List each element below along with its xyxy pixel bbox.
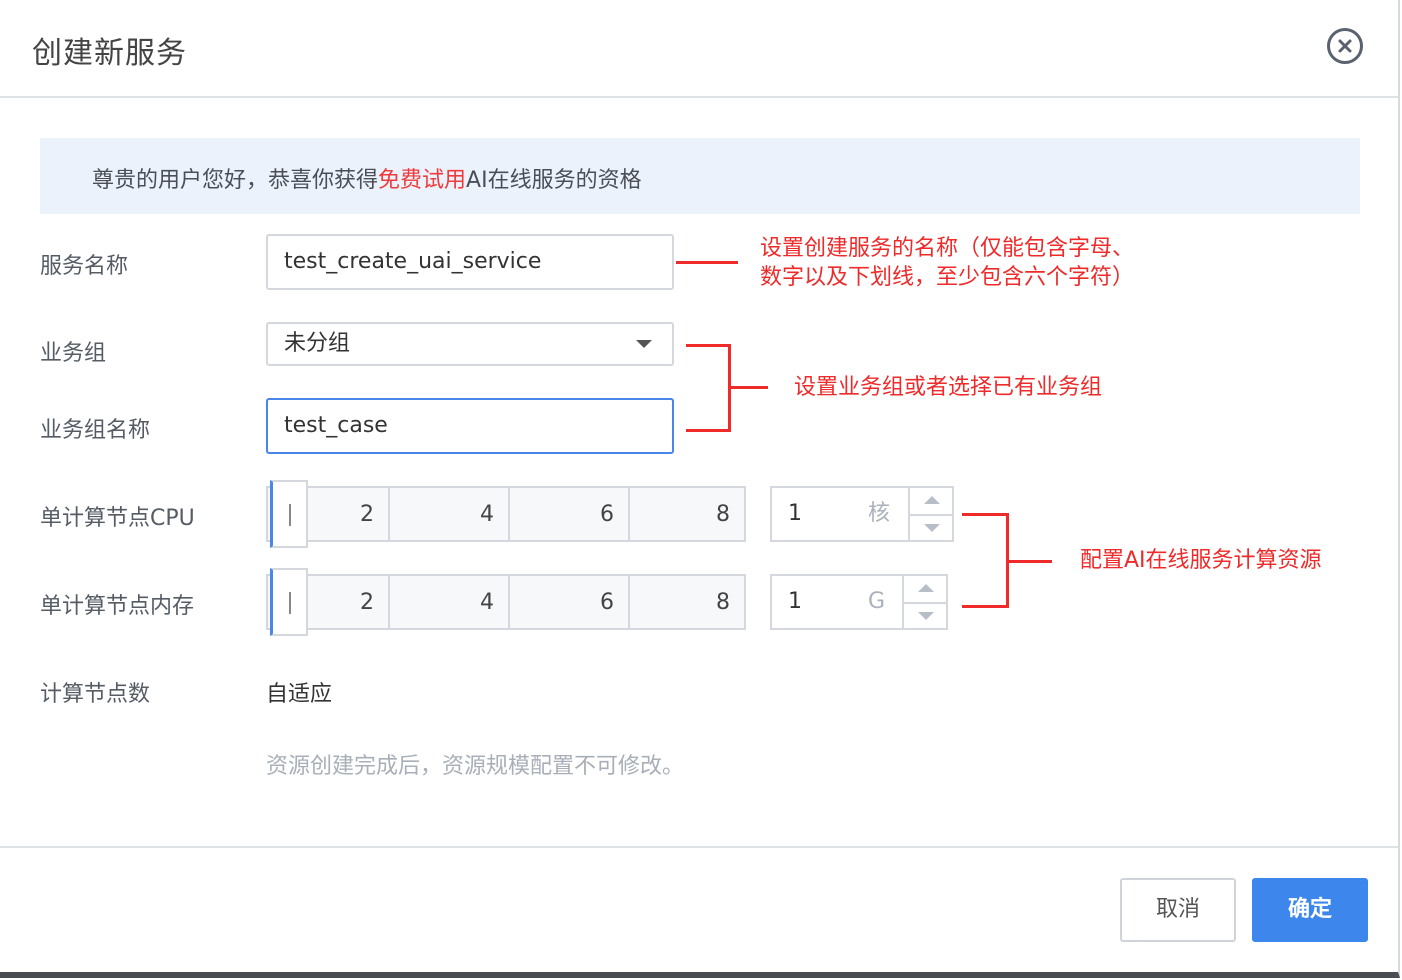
notice-highlight: 免费试用 bbox=[378, 168, 467, 193]
memory-decrement-button[interactable] bbox=[904, 602, 948, 630]
cpu-slider-handle[interactable] bbox=[270, 480, 308, 548]
footer-divider bbox=[0, 846, 1398, 848]
dialog-title: 创建新服务 bbox=[32, 36, 187, 71]
resource-hint: 资源创建完成后，资源规模配置不可修改。 bbox=[266, 754, 685, 779]
chevron-up-icon bbox=[918, 584, 934, 592]
chevron-up-icon bbox=[924, 496, 940, 504]
service-name-input[interactable]: test_create_uai_service bbox=[266, 234, 674, 290]
annotation-bracket bbox=[962, 513, 1008, 516]
memory-tick: 8 bbox=[628, 576, 744, 628]
notice-suffix: AI在线服务的资格 bbox=[466, 168, 642, 193]
confirm-button[interactable]: 确定 bbox=[1252, 878, 1368, 942]
annotation-bracket bbox=[686, 429, 730, 432]
memory-tick: 4 bbox=[388, 576, 508, 628]
cpu-stepper[interactable]: 1 核 bbox=[770, 486, 954, 542]
business-group-selected: 未分组 bbox=[284, 331, 351, 356]
memory-value: 1 bbox=[788, 589, 802, 614]
annotation-resource-note: 配置AI在线服务计算资源 bbox=[1080, 548, 1322, 573]
annotation-name-rule-2: 数字以及下划线，至少包含六个字符） bbox=[760, 265, 1135, 290]
memory-unit: G bbox=[868, 589, 886, 614]
memory-slider[interactable]: 2 4 6 8 bbox=[266, 568, 746, 636]
business-group-select[interactable]: 未分组 bbox=[266, 322, 674, 366]
business-group-name-input[interactable]: test_case bbox=[266, 398, 674, 454]
create-service-dialog: 创建新服务 尊贵的用户您好，恭喜你获得免费试用AI在线服务的资格 服务名称 te… bbox=[0, 0, 1400, 978]
service-name-label: 服务名称 bbox=[40, 254, 129, 279]
cpu-increment-button[interactable] bbox=[910, 488, 954, 514]
annotation-bracket bbox=[1008, 560, 1052, 563]
annotation-line bbox=[676, 261, 738, 264]
memory-label: 单计算节点内存 bbox=[40, 594, 195, 619]
business-group-label: 业务组 bbox=[40, 341, 107, 366]
cancel-button[interactable]: 取消 bbox=[1120, 878, 1236, 942]
notice-prefix: 尊贵的用户您好，恭喜你获得 bbox=[92, 168, 379, 193]
close-icon[interactable] bbox=[1327, 28, 1363, 64]
memory-stepper[interactable]: 1 G bbox=[770, 574, 948, 630]
cpu-tick: 4 bbox=[388, 488, 508, 540]
chevron-down-icon bbox=[918, 612, 934, 620]
cpu-decrement-button[interactable] bbox=[910, 514, 954, 542]
annotation-bracket bbox=[686, 344, 730, 347]
memory-increment-button[interactable] bbox=[904, 576, 948, 602]
dialog-header: 创建新服务 bbox=[0, 0, 1398, 98]
node-count-value: 自适应 bbox=[266, 682, 333, 707]
cpu-tick: 8 bbox=[628, 488, 744, 540]
annotation-bracket bbox=[730, 386, 768, 389]
annotation-bracket bbox=[962, 605, 1008, 608]
cpu-value: 1 bbox=[788, 501, 802, 526]
memory-tick: 6 bbox=[508, 576, 628, 628]
notice-text: 尊贵的用户您好，恭喜你获得免费试用AI在线服务的资格 bbox=[92, 162, 642, 194]
cpu-unit: 核 bbox=[868, 501, 891, 526]
cpu-label: 单计算节点CPU bbox=[40, 506, 195, 531]
cpu-stepper-buttons bbox=[908, 488, 954, 540]
grip-icon bbox=[289, 504, 291, 526]
annotation-group-note: 设置业务组或者选择已有业务组 bbox=[794, 375, 1103, 400]
business-group-name-label: 业务组名称 bbox=[40, 418, 151, 443]
cpu-slider[interactable]: 2 4 6 8 bbox=[266, 480, 746, 548]
grip-icon bbox=[289, 592, 291, 614]
memory-slider-handle[interactable] bbox=[270, 568, 308, 636]
chevron-down-icon bbox=[636, 340, 652, 348]
chevron-down-icon bbox=[924, 524, 940, 532]
trial-notice: 尊贵的用户您好，恭喜你获得免费试用AI在线服务的资格 bbox=[40, 138, 1360, 214]
annotation-name-rule-1: 设置创建服务的名称（仅能包含字母、 bbox=[760, 236, 1135, 261]
node-count-label: 计算节点数 bbox=[40, 682, 151, 707]
cpu-tick: 6 bbox=[508, 488, 628, 540]
memory-stepper-buttons bbox=[902, 576, 948, 628]
